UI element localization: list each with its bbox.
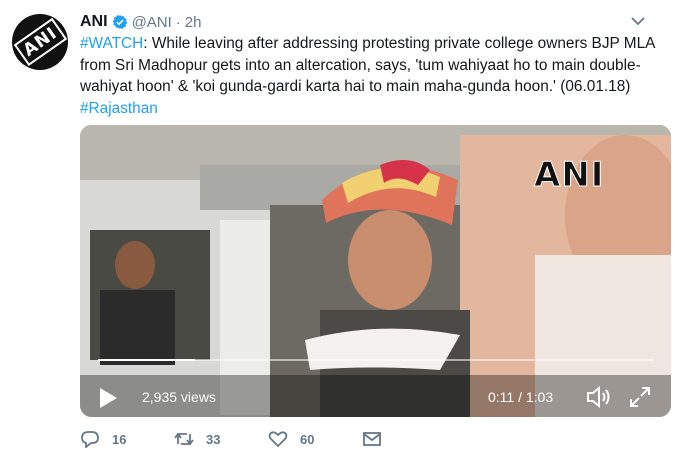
video-progress-bar[interactable] (98, 359, 653, 361)
author-name[interactable]: ANI (80, 13, 108, 31)
retweet-button[interactable]: 33 (174, 428, 220, 450)
retweet-icon (174, 432, 194, 446)
tweet-header: ANI @ANI · 2h (80, 11, 654, 33)
hashtag-watch[interactable]: #WATCH (80, 35, 143, 52)
author-handle[interactable]: @ANI (132, 14, 172, 31)
play-icon[interactable] (98, 387, 118, 409)
avatar[interactable]: ANI (12, 14, 68, 70)
tweet-text: #WATCH: While leaving after addressing p… (80, 33, 655, 119)
fullscreen-icon[interactable] (628, 385, 652, 409)
separator-dot: · (175, 13, 181, 31)
tweet-actions: 16 33 60 (80, 428, 480, 450)
avatar-logo: ANI (13, 17, 67, 67)
view-count: 2,935 views (142, 389, 216, 405)
reply-icon (81, 431, 99, 448)
tweet-body: : While leaving after addressing protest… (80, 35, 655, 95)
direct-message-button[interactable] (362, 428, 394, 450)
video-time: 0:11 / 1:03 (488, 389, 554, 405)
reply-count: 16 (112, 431, 127, 447)
hashtag-rajasthan[interactable]: #Rajasthan (80, 100, 158, 117)
caret-down-icon[interactable] (630, 13, 646, 29)
message-icon (363, 432, 381, 446)
reply-button[interactable]: 16 (80, 428, 126, 450)
verified-badge-icon (112, 15, 127, 29)
tweet-timestamp[interactable]: 2h (185, 14, 202, 31)
video-player[interactable]: ANI 2,935 views 0:11 / 1:03 (80, 125, 671, 417)
video-watermark: ANI (533, 155, 605, 196)
video-controls: 2,935 views 0:11 / 1:03 (80, 375, 671, 417)
video-progress-fill (98, 359, 196, 361)
volume-icon[interactable] (586, 385, 612, 409)
retweet-count: 33 (206, 431, 221, 447)
like-icon (268, 431, 288, 448)
like-button[interactable]: 60 (268, 428, 314, 450)
like-count: 60 (300, 431, 315, 447)
